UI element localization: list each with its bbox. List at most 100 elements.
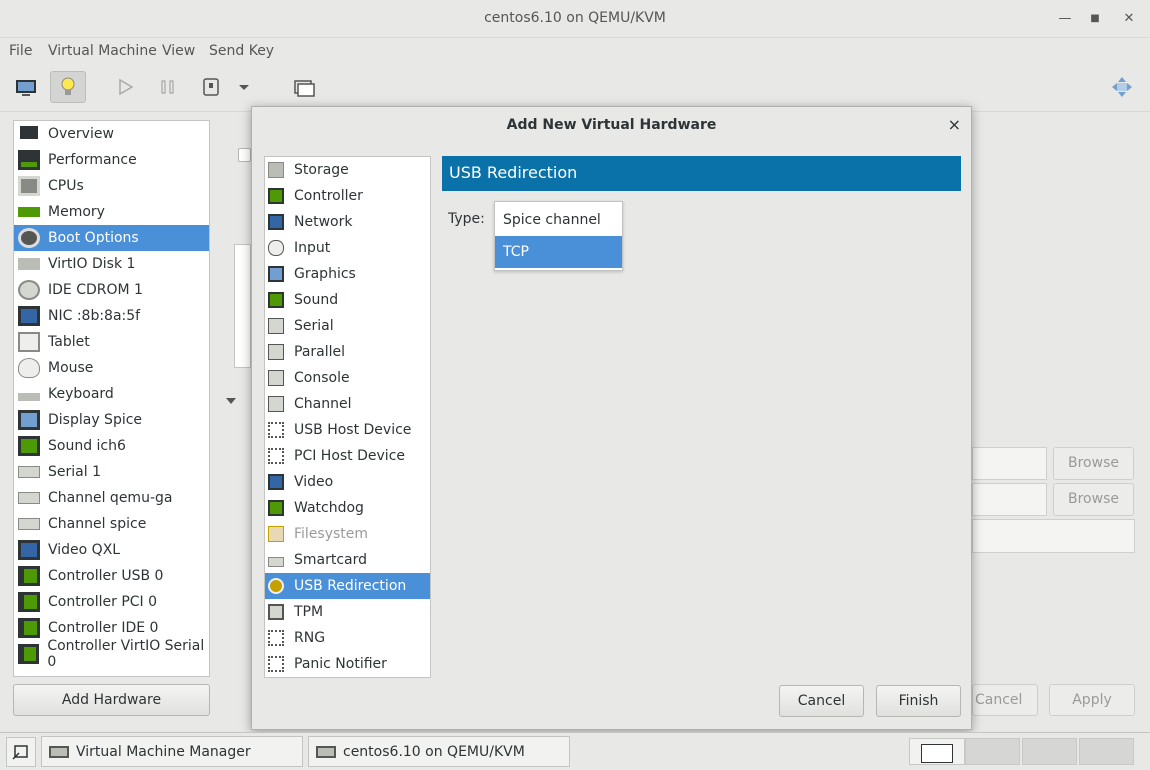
watchdog-icon [268,500,284,516]
hw-item-smartcard[interactable]: Smartcard [265,547,430,573]
sidebar-item-video-qxl[interactable]: Video QXL [14,537,209,563]
hw-item-input[interactable]: Input [265,235,430,261]
details-button[interactable] [50,71,86,103]
initrd-path-field[interactable] [972,483,1047,516]
menu-virtual-machine[interactable]: Virtual Machine [48,43,157,59]
menu-file[interactable]: File [9,43,32,59]
sidebar-item-label: Channel qemu-ga [48,490,173,506]
sidebar-item-virtio-disk[interactable]: VirtIO Disk 1 [14,251,209,277]
sidebar-item-channel-spice[interactable]: Channel spice [14,511,209,537]
sidebar-item-label: Controller PCI 0 [48,594,158,610]
kernel-args-field[interactable] [972,519,1135,553]
hw-item-usb-redirection[interactable]: USB Redirection [265,573,430,599]
hw-item-pci-host-device[interactable]: PCI Host Device [265,443,430,469]
serial-icon [18,466,40,478]
cdrom-icon [18,280,40,300]
hw-item-storage[interactable]: Storage [265,157,430,183]
cancel-button[interactable]: Cancel [779,685,864,717]
channel-icon [18,518,40,530]
menu-send-key[interactable]: Send Key [209,43,274,59]
kernel-path-field[interactable] [972,447,1047,480]
hw-item-serial[interactable]: Serial [265,313,430,339]
sidebar-item-label: Overview [48,126,114,142]
apply-button[interactable]: Apply [1049,684,1135,716]
background-boot-list [234,244,251,368]
shutdown-menu-button[interactable] [232,71,256,103]
type-dropdown[interactable]: Spice channel TCP [494,201,623,271]
sidebar-item-serial[interactable]: Serial 1 [14,459,209,485]
hw-item-video[interactable]: Video [265,469,430,495]
type-option-spice-channel[interactable]: Spice channel [495,204,622,236]
sidebar-item-display-spice[interactable]: Display Spice [14,407,209,433]
sidebar-item-label: IDE CDROM 1 [48,282,143,298]
sidebar-item-label: Controller IDE 0 [48,620,159,636]
sidebar-item-overview[interactable]: Overview [14,121,209,147]
console-button[interactable] [8,71,44,103]
type-option-tcp[interactable]: TCP [495,236,622,268]
workspace-3[interactable] [1022,738,1077,765]
hw-item-parallel[interactable]: Parallel [265,339,430,365]
browse-initrd-button[interactable]: Browse [1053,483,1134,516]
background-checkbox[interactable] [238,148,251,162]
pause-button[interactable] [150,71,186,103]
hw-item-filesystem[interactable]: Filesystem [265,521,430,547]
hw-item-rng[interactable]: RNG [265,625,430,651]
sidebar-item-cpus[interactable]: CPUs [14,173,209,199]
hw-item-controller[interactable]: Controller [265,183,430,209]
hw-item-graphics[interactable]: Graphics [265,261,430,287]
task-virtual-machine-manager[interactable]: Virtual Machine Manager [41,736,303,767]
hw-item-label: Panic Notifier [294,656,387,672]
sidebar-item-ide-cdrom[interactable]: IDE CDROM 1 [14,277,209,303]
sidebar-item-controller-usb[interactable]: Controller USB 0 [14,563,209,589]
network-icon [18,306,40,326]
sidebar-item-controller-virtio-serial[interactable]: Controller VirtIO Serial 0 [14,638,209,670]
run-button[interactable] [108,71,144,103]
hw-item-tpm[interactable]: TPM [265,599,430,625]
sidebar-item-label: VirtIO Disk 1 [48,256,136,272]
add-hardware-button[interactable]: Add Hardware [13,684,210,716]
sidebar-item-mouse[interactable]: Mouse [14,355,209,381]
task-centos-console[interactable]: centos6.10 on QEMU/KVM [308,736,570,767]
sidebar-item-keyboard[interactable]: Keyboard [14,381,209,407]
hw-item-sound[interactable]: Sound [265,287,430,313]
snapshot-button[interactable] [286,71,322,103]
workspace-2[interactable] [965,738,1020,765]
sidebar-item-performance[interactable]: Performance [14,147,209,173]
usb-icon [268,422,284,438]
close-window-icon[interactable]: ✕ [1118,8,1140,30]
minimize-icon[interactable]: — [1054,8,1076,30]
expander-arrow-icon[interactable] [226,398,236,404]
shutdown-button[interactable] [194,71,230,103]
show-desktop-button[interactable] [6,737,36,767]
browse-kernel-button[interactable]: Browse [1053,447,1134,480]
sidebar-item-channel-qemu-ga[interactable]: Channel qemu-ga [14,485,209,511]
hw-item-usb-host-device[interactable]: USB Host Device [265,417,430,443]
sidebar-item-boot-options[interactable]: Boot Options [14,225,209,251]
video-icon [268,474,284,490]
background-cancel-button[interactable]: Cancel [972,684,1038,716]
hw-item-console[interactable]: Console [265,365,430,391]
monitor-icon [18,124,40,144]
close-icon[interactable]: × [948,115,961,134]
sidebar-item-label: Serial 1 [48,464,101,480]
maximize-icon[interactable]: ■ [1084,8,1106,30]
sidebar-item-sound[interactable]: Sound ich6 [14,433,209,459]
smartcard-icon [268,556,284,567]
hw-item-watchdog[interactable]: Watchdog [265,495,430,521]
sidebar-item-memory[interactable]: Memory [14,199,209,225]
sidebar-item-controller-pci[interactable]: Controller PCI 0 [14,589,209,615]
controller-icon [268,188,284,204]
workspace-1[interactable] [909,738,965,765]
hw-item-network[interactable]: Network [265,209,430,235]
sidebar-item-tablet[interactable]: Tablet [14,329,209,355]
menu-view[interactable]: View [162,43,195,59]
workspace-4[interactable] [1079,738,1134,765]
fullscreen-button[interactable] [1104,71,1140,103]
finish-button[interactable]: Finish [876,685,961,717]
title-bar: centos6.10 on QEMU/KVM — ■ ✕ [0,0,1150,38]
play-icon [119,78,134,96]
sidebar-item-nic[interactable]: NIC :8b:8a:5f [14,303,209,329]
hw-item-panic-notifier[interactable]: Panic Notifier [265,651,430,677]
hw-item-channel[interactable]: Channel [265,391,430,417]
mouse-icon [18,358,40,378]
